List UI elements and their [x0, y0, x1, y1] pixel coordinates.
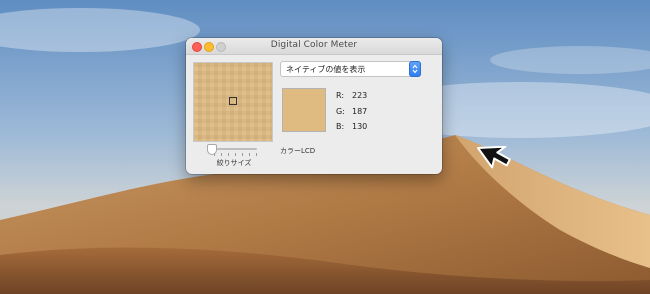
red-readout: R: 223	[336, 91, 367, 100]
green-label: G:	[336, 107, 345, 116]
digital-color-meter-window: Digital Color Meter 絞りサイズ ネイティブの値を表示 R: 2…	[186, 38, 442, 174]
aperture-slider-track[interactable]	[211, 148, 257, 150]
aperture-size-label: 絞りサイズ	[216, 159, 252, 167]
red-value: 223	[352, 91, 368, 100]
green-value: 187	[352, 107, 368, 116]
magnifier-view	[193, 62, 273, 142]
color-profile-label: カラーLCD	[280, 147, 316, 155]
green-readout: G: 187	[336, 107, 367, 116]
up-down-chevron-icon[interactable]	[409, 61, 421, 77]
window-title: Digital Color Meter	[270, 40, 358, 50]
title-bar[interactable]: Digital Color Meter	[186, 38, 442, 55]
aperture-slider-ticks	[214, 153, 260, 157]
blue-label: B:	[336, 122, 345, 131]
blue-readout: B: 130	[336, 122, 367, 131]
arrow-cursor-icon	[477, 146, 511, 169]
display-mode-popup[interactable]: ネイティブの値を表示	[280, 61, 421, 77]
display-mode-selected: ネイティブの値を表示	[286, 65, 366, 74]
red-label: R:	[336, 91, 345, 100]
crosshair-icon	[229, 97, 237, 105]
color-swatch	[282, 88, 326, 132]
blue-value: 130	[352, 122, 368, 131]
